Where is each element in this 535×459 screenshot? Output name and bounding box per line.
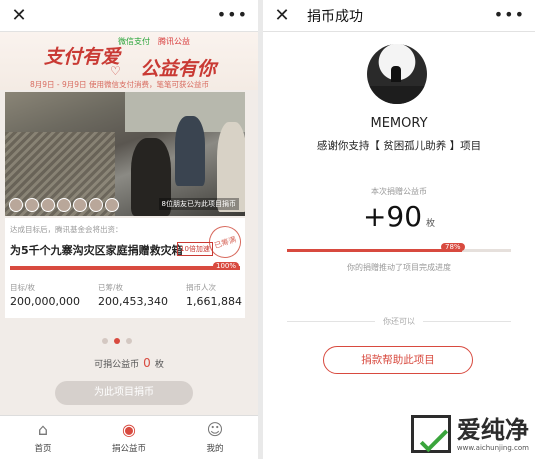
avatar (9, 198, 23, 212)
coins-label: 可捐公益币 (94, 360, 140, 370)
campaign-banner: 微信支付 腾讯公益 支付有爱 ♡ 公益有你 8月9日 - 9月9日 使用微信支付… (0, 32, 258, 90)
avatar (89, 198, 103, 212)
divider-line (423, 321, 511, 322)
charity-home-screen: ✕ ••• 微信支付 腾讯公益 支付有爱 ♡ 公益有你 8月9日 - 9月9日 … (0, 0, 258, 459)
amount-value: +90 (362, 200, 423, 233)
progress-text: 你的捐赠推动了项目完成进度 (347, 263, 451, 272)
coins-unit: 枚 (154, 360, 164, 370)
donate-money-button[interactable]: 捐款帮助此项目 (323, 346, 473, 374)
watermark-text: 爱纯净 (456, 416, 529, 444)
available-coins: 可捐公益币 0 枚 (0, 356, 258, 370)
avatar-figure (391, 66, 401, 82)
stat-value: 1,661,884 (186, 295, 242, 308)
watermark-logo-icon (410, 415, 451, 453)
project-note: 达成目标后，腾讯基金会将出资： (10, 225, 123, 234)
stat-label: 已筹/枚 (98, 283, 124, 292)
stat-value: 200,000,000 (10, 295, 80, 308)
tab-label: 捐公益币 (111, 444, 146, 454)
carousel-dots[interactable] (102, 338, 132, 344)
thanks-message: 感谢你支持【 贫困孤儿助养 】项目 (316, 140, 482, 152)
stat-raised: 已筹/枚 200,453,340 (98, 282, 168, 308)
project-card[interactable]: 达成目标后，腾讯基金会将出资： 已筹满 为5千个九寨沟灾区家庭捐赠救灾箱 10倍… (5, 218, 246, 318)
avatar (57, 198, 71, 212)
watermark-url: www.aichunjing.com (456, 444, 529, 452)
stat-label: 目标/枚 (10, 283, 36, 292)
watermark-text-block: 爱纯净 www.aichunjing.com (457, 416, 529, 452)
stat-donors: 捐币人次 1,661,884 (186, 282, 242, 308)
banner-title-left: 支付有爱 (44, 46, 121, 68)
donation-success-screen: ✕ 捐币成功 ••• MEMORY 感谢你支持【 贫困孤儿助养 】项目 本次捐赠… (263, 0, 535, 459)
more-icon[interactable]: ••• (494, 0, 525, 30)
more-icon[interactable]: ••• (217, 0, 248, 30)
divider-text: 你还可以 (383, 317, 415, 326)
carousel-dot[interactable] (126, 338, 132, 344)
stat-value: 200,453,340 (98, 295, 168, 308)
user-icon: ☺ (206, 420, 224, 439)
heart-icon: ♡ (110, 64, 121, 78)
project-name: 为5千个九寨沟灾区家庭捐赠救灾箱 (10, 244, 183, 257)
photo-caption: 8位朋友已为此项目捐币 (158, 198, 239, 210)
carousel-dot[interactable] (102, 338, 108, 344)
avatar (367, 44, 427, 104)
avatar (41, 198, 55, 212)
donate-coins-button[interactable]: 为此项目捐币 (55, 381, 193, 405)
banner-subtitle: 8月9日 - 9月9日 使用微信支付消费，笔笔可获公益币 (30, 80, 209, 89)
tab-mine[interactable]: ☺ 我的 (180, 416, 250, 459)
avatar (25, 198, 39, 212)
right-navbar: ✕ 捐币成功 ••• (263, 0, 535, 32)
progress-fill (287, 249, 462, 252)
username: MEMORY (370, 116, 428, 131)
close-icon[interactable]: ✕ (271, 0, 293, 32)
divider: 你还可以 (287, 316, 511, 327)
stat-target: 目标/枚 200,000,000 (10, 282, 80, 308)
tab-donate-coins[interactable]: ◉ 捐公益币 (94, 416, 164, 459)
avatar (105, 198, 119, 212)
tab-home[interactable]: ⌂ 首页 (8, 416, 78, 459)
site-watermark: 爱纯净 www.aichunjing.com (410, 415, 529, 453)
banner-title-right: 公益有你 (140, 58, 217, 80)
avatar-ground (367, 86, 427, 104)
photo-person (175, 116, 205, 186)
carousel-dot-active[interactable] (114, 338, 120, 344)
wechat-pay-logo: 微信支付 (118, 37, 150, 46)
project-stats: 目标/枚 200,000,000 已筹/枚 200,453,340 捐币人次 1… (10, 282, 242, 308)
amount-unit: 枚 (426, 219, 436, 229)
tab-label: 首页 (34, 444, 52, 454)
bottom-tabbar: ⌂ 首页 ◉ 捐公益币 ☺ 我的 (0, 415, 258, 459)
home-icon: ⌂ (37, 420, 49, 439)
left-navbar: ✕ ••• (0, 0, 258, 32)
page-title: 捐币成功 (307, 8, 363, 25)
sponsor-logos: 微信支付 腾讯公益 (118, 36, 190, 47)
project-progress-bar (10, 266, 240, 270)
project-progress-label: 78% (441, 243, 465, 251)
tencent-charity-logo: 腾讯公益 (158, 37, 190, 46)
stat-label: 捐币人次 (186, 283, 216, 292)
speed-tag: 10倍加速 (177, 242, 213, 256)
amount-label: 本次捐赠公益币 (371, 187, 427, 196)
project-photo[interactable]: 8位朋友已为此项目捐币 (5, 92, 245, 216)
friend-avatars (9, 198, 119, 212)
tab-label: 我的 (206, 444, 224, 454)
coin-icon: ◉ (122, 420, 136, 439)
donated-amount: +90 枚 (263, 200, 535, 233)
project-progress-bar (287, 249, 511, 252)
close-icon[interactable]: ✕ (8, 0, 30, 32)
coins-value: 0 (143, 356, 151, 370)
project-progress-label: 100% (213, 262, 240, 270)
divider-line (287, 321, 375, 322)
avatar (73, 198, 87, 212)
progress-fill (10, 266, 240, 270)
